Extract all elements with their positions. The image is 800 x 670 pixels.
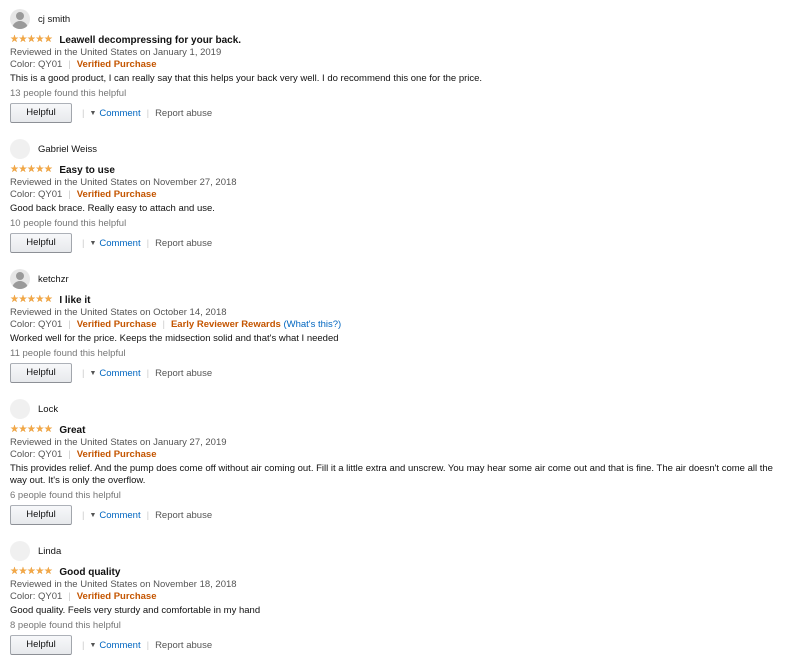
review-title[interactable]: Easy to use <box>59 165 115 176</box>
comment-link[interactable]: ▼ Comment <box>89 108 140 119</box>
caret-down-icon: ▼ <box>89 109 97 117</box>
divider: | <box>146 107 150 119</box>
review-date: Reviewed in the United States on January… <box>10 47 222 58</box>
comment-link[interactable]: ▼ Comment <box>89 368 140 379</box>
early-reviewer-badge: Early Reviewer Rewards <box>170 319 281 330</box>
comment-label: Comment <box>99 509 141 521</box>
blank-avatar-icon <box>10 139 30 159</box>
review-item: Linda ★★★★★ Good quality Reviewed in the… <box>10 540 800 670</box>
divider: | <box>82 367 85 379</box>
review-profile[interactable]: cj smith <box>10 8 800 30</box>
review-title[interactable]: I like it <box>59 295 90 306</box>
comment-label: Comment <box>99 107 141 119</box>
helpful-count: 10 people found this helpful <box>10 218 127 229</box>
report-abuse-link[interactable]: Report abuse <box>155 238 212 249</box>
review-title[interactable]: Leawell decompressing for your back. <box>59 35 241 46</box>
review-body: This provides relief. And the pump does … <box>10 463 773 486</box>
divider: | <box>146 639 150 651</box>
star-rating-icon[interactable]: ★★★★★ <box>10 424 53 436</box>
star-rating-icon[interactable]: ★★★★★ <box>10 34 53 46</box>
divider: | <box>68 449 71 460</box>
helpful-button[interactable]: Helpful <box>10 233 72 253</box>
divider: | <box>146 509 150 521</box>
review-item: cj smith ★★★★★ Leawell decompressing for… <box>10 8 800 138</box>
divider: | <box>82 639 85 651</box>
review-title[interactable]: Good quality <box>59 567 120 578</box>
divider: | <box>82 237 85 249</box>
comment-link[interactable]: ▼ Comment <box>89 510 140 521</box>
comment-label: Comment <box>99 367 141 379</box>
review-color[interactable]: Color: QY01 <box>10 189 62 200</box>
default-user-icon <box>10 269 30 289</box>
caret-down-icon: ▼ <box>89 641 97 649</box>
default-user-icon <box>10 9 30 29</box>
blank-avatar-icon <box>10 541 30 561</box>
divider: | <box>68 189 71 200</box>
review-body: This is a good product, I can really say… <box>10 73 483 84</box>
helpful-count: 6 people found this helpful <box>10 490 121 501</box>
review-date: Reviewed in the United States on Novembe… <box>10 177 237 188</box>
comment-label: Comment <box>99 237 141 249</box>
whats-this-link[interactable]: (What's this?) <box>283 319 341 330</box>
profile-name[interactable]: Lock <box>38 404 58 415</box>
review-color[interactable]: Color: QY01 <box>10 319 62 330</box>
helpful-count: 8 people found this helpful <box>10 620 121 631</box>
review-date: Reviewed in the United States on January… <box>10 437 227 448</box>
reviews-list: cj smith ★★★★★ Leawell decompressing for… <box>0 0 800 670</box>
review-profile[interactable]: Lock <box>10 398 800 420</box>
review-date: Reviewed in the United States on October… <box>10 307 227 318</box>
star-rating-icon[interactable]: ★★★★★ <box>10 164 53 176</box>
review-profile[interactable]: ketchzr <box>10 268 800 290</box>
profile-name[interactable]: ketchzr <box>38 274 69 285</box>
verified-purchase-badge: Verified Purchase <box>76 189 157 200</box>
comment-label: Comment <box>99 639 141 651</box>
helpful-button[interactable]: Helpful <box>10 635 72 655</box>
review-title[interactable]: Great <box>59 425 85 436</box>
profile-name[interactable]: Linda <box>38 546 61 557</box>
review-item: Lock ★★★★★ Great Reviewed in the United … <box>10 398 800 540</box>
star-rating-icon[interactable]: ★★★★★ <box>10 566 53 578</box>
helpful-button[interactable]: Helpful <box>10 363 72 383</box>
verified-purchase-badge: Verified Purchase <box>76 319 157 330</box>
review-item: ketchzr ★★★★★ I like it Reviewed in the … <box>10 268 800 398</box>
verified-purchase-badge: Verified Purchase <box>76 591 157 602</box>
report-abuse-link[interactable]: Report abuse <box>155 368 212 379</box>
blank-avatar-icon <box>10 399 30 419</box>
helpful-count: 11 people found this helpful <box>10 348 126 359</box>
report-abuse-link[interactable]: Report abuse <box>155 510 212 521</box>
review-body: Good quality. Feels very sturdy and comf… <box>10 605 261 616</box>
review-item: Gabriel Weiss ★★★★★ Easy to use Reviewed… <box>10 138 800 268</box>
review-body: Worked well for the price. Keeps the mid… <box>10 333 339 344</box>
divider: | <box>82 509 85 521</box>
helpful-count: 13 people found this helpful <box>10 88 127 99</box>
review-date: Reviewed in the United States on Novembe… <box>10 579 237 590</box>
report-abuse-link[interactable]: Report abuse <box>155 108 212 119</box>
divider: | <box>68 319 71 330</box>
review-color[interactable]: Color: QY01 <box>10 591 62 602</box>
review-profile[interactable]: Linda <box>10 540 800 562</box>
divider: | <box>68 59 71 70</box>
caret-down-icon: ▼ <box>89 239 97 247</box>
profile-name[interactable]: Gabriel Weiss <box>38 144 97 155</box>
comment-link[interactable]: ▼ Comment <box>89 640 140 651</box>
caret-down-icon: ▼ <box>89 369 97 377</box>
verified-purchase-badge: Verified Purchase <box>76 449 157 460</box>
caret-down-icon: ▼ <box>89 511 97 519</box>
report-abuse-link[interactable]: Report abuse <box>155 640 212 651</box>
divider: | <box>82 107 85 119</box>
helpful-button[interactable]: Helpful <box>10 505 72 525</box>
comment-link[interactable]: ▼ Comment <box>89 238 140 249</box>
review-color[interactable]: Color: QY01 <box>10 59 62 70</box>
divider: | <box>162 319 165 330</box>
review-profile[interactable]: Gabriel Weiss <box>10 138 800 160</box>
review-body: Good back brace. Really easy to attach a… <box>10 203 215 214</box>
helpful-button[interactable]: Helpful <box>10 103 72 123</box>
divider: | <box>146 367 150 379</box>
divider: | <box>146 237 150 249</box>
profile-name[interactable]: cj smith <box>38 14 70 25</box>
review-color[interactable]: Color: QY01 <box>10 449 62 460</box>
star-rating-icon[interactable]: ★★★★★ <box>10 294 53 306</box>
verified-purchase-badge: Verified Purchase <box>76 59 157 70</box>
divider: | <box>68 591 71 602</box>
